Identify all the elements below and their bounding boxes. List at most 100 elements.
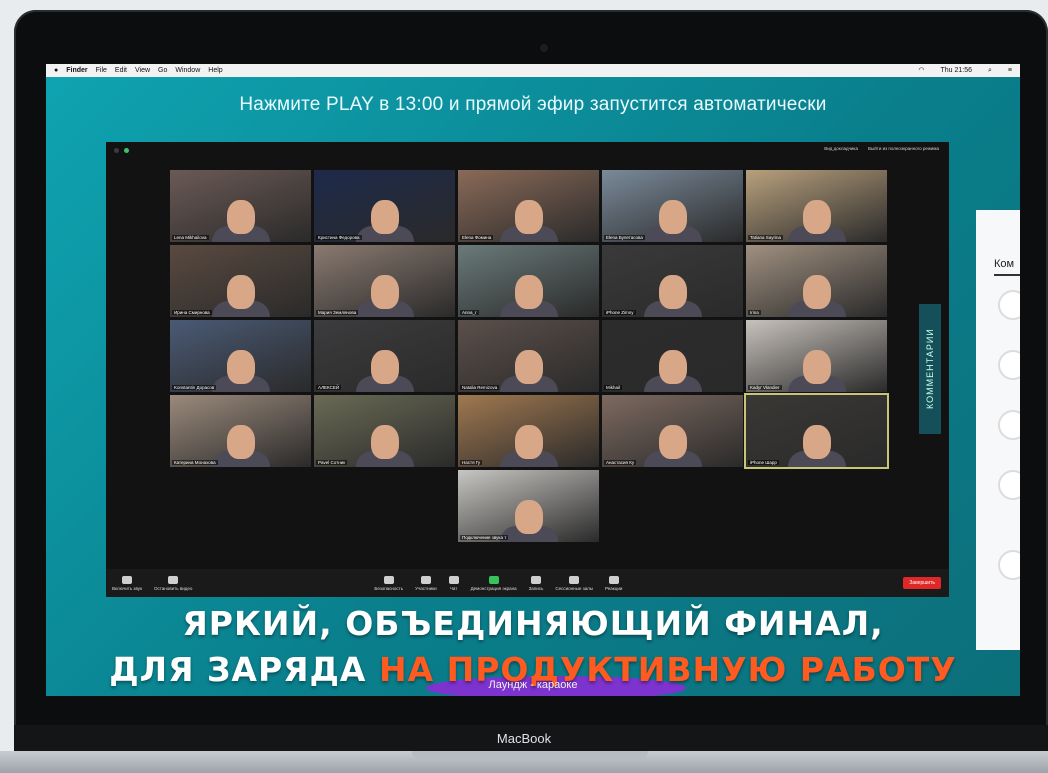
zoom-titlebar: Вид докладчика Выйти из полноэкранного р… — [106, 142, 949, 158]
participant-face — [658, 425, 687, 459]
search-icon[interactable]: ⌕ — [988, 64, 992, 77]
participant-tile[interactable]: iPhone Шарр — [744, 393, 889, 469]
window-close-icon[interactable] — [114, 148, 119, 153]
participant-name: Катерина Монахова — [172, 460, 218, 465]
participant-name: Подключение звука т — [460, 535, 509, 540]
participant-name: Kadyr Vlandier — [748, 385, 782, 390]
participant-face — [226, 275, 255, 309]
brand-label: MacBook — [496, 731, 552, 746]
share-screen-button[interactable]: Демонстрация экрана — [471, 575, 517, 591]
participant-tile[interactable]: Подключение звука т — [458, 470, 599, 542]
participant-name: iPhone Zimny — [604, 310, 636, 315]
control-list-icon[interactable]: ≡ — [1008, 64, 1012, 77]
participant-tile[interactable]: Konstantin Дорасов — [170, 320, 311, 392]
participant-face — [370, 275, 399, 309]
avatar[interactable] — [998, 410, 1020, 440]
participant-name: Tatiana Sayrina — [748, 235, 784, 240]
participant-name: Кристина Федорова — [316, 235, 362, 240]
chat-button[interactable]: Чат — [448, 575, 459, 591]
apple-icon[interactable]: ● — [54, 64, 58, 77]
participant-name: Konstantin Дорасов — [172, 385, 217, 390]
participant-name: Elena Булетасова — [604, 235, 645, 240]
participant-tile[interactable]: Анастасия Ку — [602, 395, 743, 467]
exit-fullscreen-button[interactable]: Выйти из полноэкранного режима — [868, 146, 939, 151]
participant-face — [802, 350, 831, 384]
participant-face — [514, 200, 543, 234]
participant-tile[interactable]: АЛЕКСЕЙ — [314, 320, 455, 392]
comments-panel: Ком — [976, 210, 1020, 650]
participant-grid: Lena Mikhailova Кристина Федорова Elena Фо… — [170, 170, 889, 550]
participants-button[interactable]: Участники — [415, 575, 437, 591]
comments-tab[interactable]: КОММЕНТАРИИ — [919, 304, 941, 434]
zoom-toolbar: Включить звук Остановить видео Безопасно… — [106, 569, 949, 597]
participant-tile[interactable]: Мария Землянова — [314, 245, 455, 317]
security-button[interactable]: Безопасность — [374, 575, 403, 591]
participant-tile[interactable]: Lena Mikhailova — [170, 170, 311, 242]
participant-name: Мария Землянова — [316, 310, 359, 315]
participant-name: Ирина Смирнова — [172, 310, 212, 315]
share-screen-icon — [488, 575, 499, 584]
avatar[interactable] — [998, 470, 1020, 500]
participant-face — [802, 275, 831, 309]
wifi-icon[interactable]: ◠ — [918, 64, 924, 77]
reactions-button[interactable]: Реакции — [605, 575, 622, 591]
participant-tile[interactable]: Pavel Сотник — [314, 395, 455, 467]
menu-help[interactable]: Help — [208, 64, 222, 77]
participant-name: Анастасия Ку — [604, 460, 637, 465]
comments-title: Ком — [994, 258, 1015, 270]
participant-name: Elena Фомина — [460, 235, 494, 240]
participant-face — [226, 350, 255, 384]
participant-face — [658, 200, 687, 234]
clock[interactable]: Thu 21:56 — [940, 64, 972, 77]
participant-tile[interactable]: Катерина Монахова — [170, 395, 311, 467]
menu-file[interactable]: File — [96, 64, 107, 77]
avatar[interactable] — [998, 350, 1020, 380]
record-button[interactable]: Запись — [529, 575, 543, 591]
menu-edit[interactable]: Edit — [115, 64, 127, 77]
menu-app-name[interactable]: Finder — [66, 64, 87, 77]
participant-name: Lena Mikhailova — [172, 235, 209, 240]
participants-icon — [420, 575, 431, 584]
participant-face — [658, 275, 687, 309]
camera-icon — [168, 575, 179, 584]
participant-face — [514, 425, 543, 459]
breakout-rooms-button[interactable]: Сессионные залы — [555, 575, 593, 591]
menu-view[interactable]: View — [135, 64, 150, 77]
banner-line-1: ЯРКИЙ, ОБЪЕДИНЯЮЩИЙ ФИНАЛ, — [182, 604, 884, 643]
avatar[interactable] — [998, 550, 1020, 580]
camera-icon — [540, 44, 548, 52]
participant-face — [370, 200, 399, 234]
avatar[interactable] — [998, 290, 1020, 320]
participant-face — [514, 275, 543, 309]
participant-tile[interactable]: Irina — [746, 245, 887, 317]
participant-tile[interactable]: Elena Фомина — [458, 170, 599, 242]
mac-menubar: ● Finder File Edit View Go Window Help ◠… — [46, 64, 1020, 77]
participant-tile[interactable]: Настя Гу — [458, 395, 599, 467]
reactions-icon — [608, 575, 619, 584]
screen: ● Finder File Edit View Go Window Help ◠… — [46, 64, 1020, 696]
participant-tile[interactable]: Mikhail — [602, 320, 743, 392]
participant-tile[interactable]: Tatiana Sayrina — [746, 170, 887, 242]
participant-tile[interactable]: Кристина Федорова — [314, 170, 455, 242]
window-zoom-icon[interactable] — [124, 148, 129, 153]
menu-go[interactable]: Go — [158, 64, 167, 77]
participant-face — [802, 200, 831, 234]
participant-tile[interactable]: Kadyr Vlandier — [746, 320, 887, 392]
menu-window[interactable]: Window — [175, 64, 200, 77]
participant-tile[interactable]: iPhone Zimny — [602, 245, 743, 317]
zoom-window: Вид докладчика Выйти из полноэкранного р… — [106, 142, 949, 597]
participant-face — [802, 425, 831, 459]
participant-name: Mikhail — [604, 385, 623, 390]
participant-tile[interactable]: Ирина Смирнова — [170, 245, 311, 317]
participant-tile[interactable]: Natalia Remizova — [458, 320, 599, 392]
end-meeting-button[interactable]: Завершить — [903, 577, 941, 589]
breakout-icon — [569, 575, 580, 584]
participant-name: Anna_r — [460, 310, 479, 315]
mute-button[interactable]: Включить звук — [112, 575, 142, 591]
video-button[interactable]: Остановить видео — [154, 575, 192, 591]
speaker-view-button[interactable]: Вид докладчика — [824, 146, 858, 151]
banner-caption: Лаундж - караоке — [488, 679, 578, 691]
record-icon — [530, 575, 541, 584]
participant-tile[interactable]: Anna_r — [458, 245, 599, 317]
participant-tile[interactable]: Elena Булетасова — [602, 170, 743, 242]
